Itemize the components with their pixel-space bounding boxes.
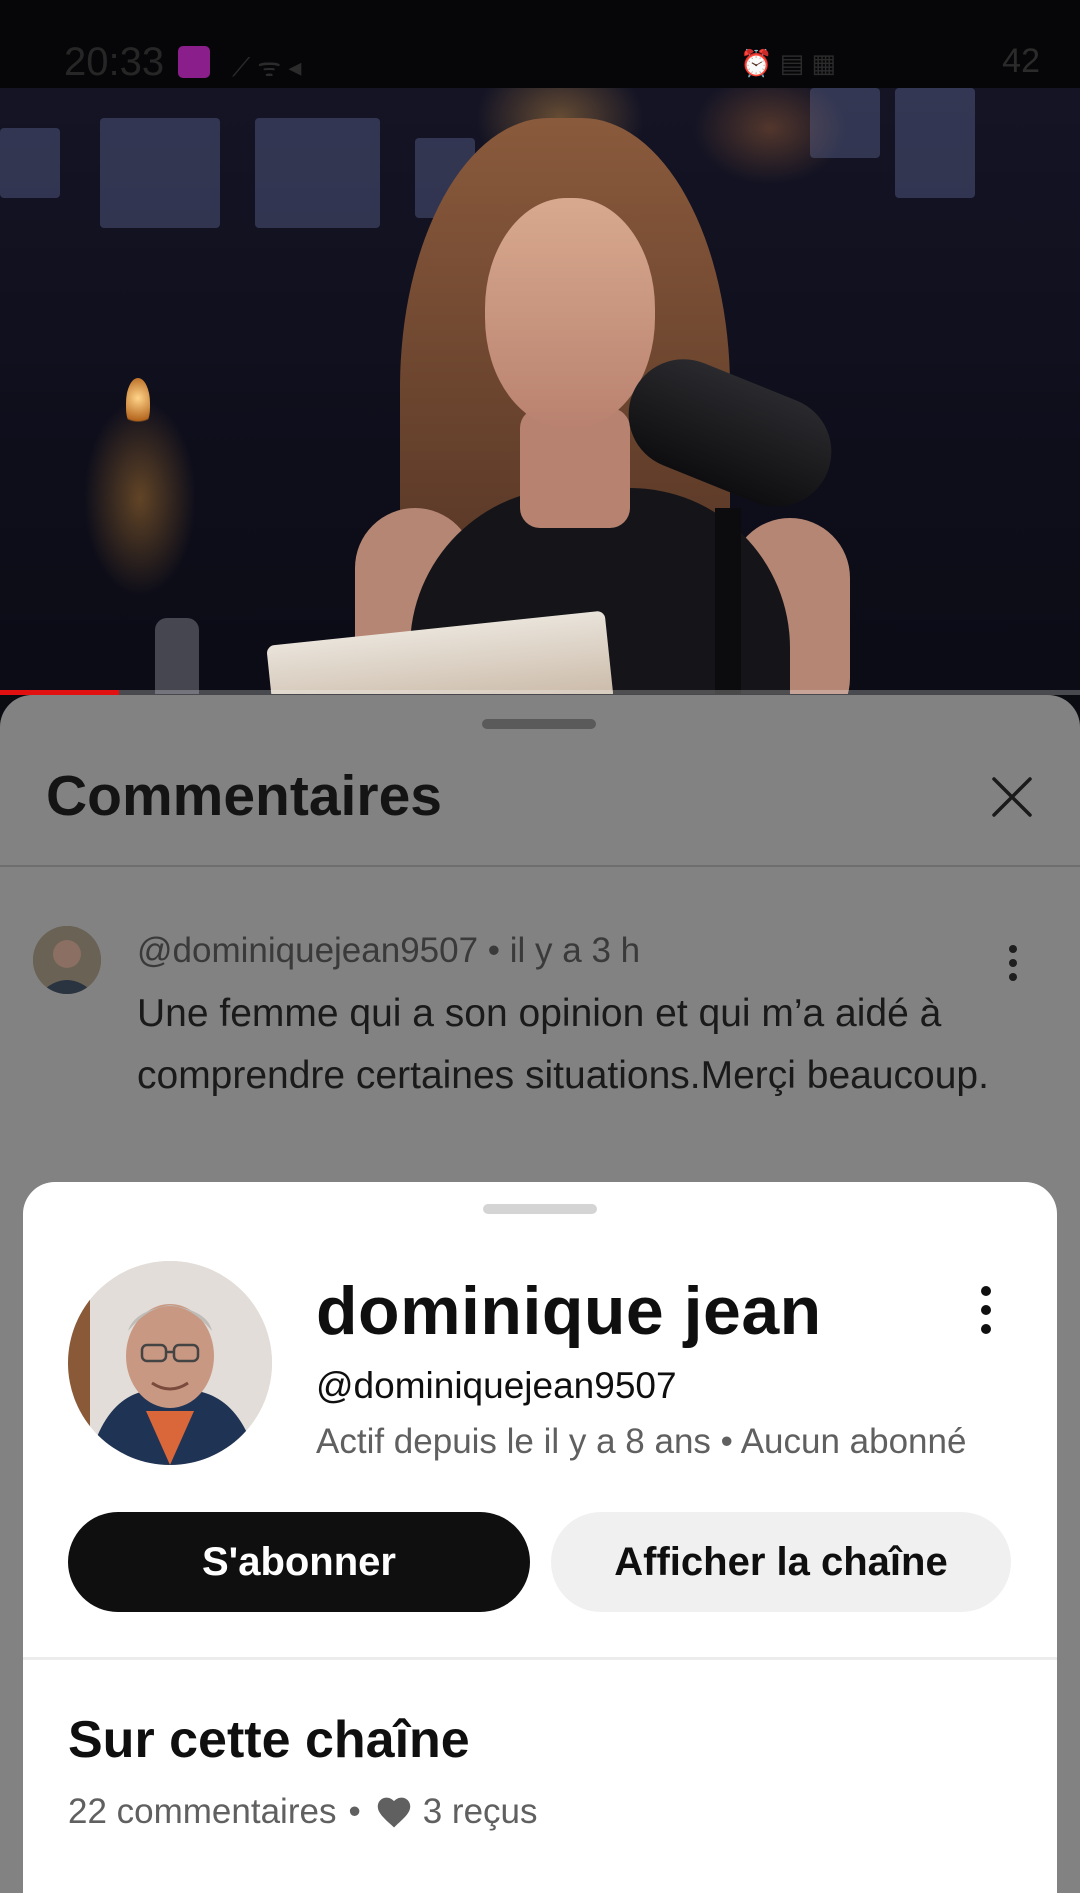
notification-icon: ⟋ ᯤ ◂	[232, 52, 302, 82]
background-panel	[810, 88, 880, 158]
background-panel	[100, 118, 220, 228]
battery-level: 42	[1002, 42, 1040, 80]
channel-profile-card: dominique jean @dominiquejean9507 Actif …	[23, 1182, 1057, 1893]
channel-info: Actif depuis le il y a 8 ans • Aucun abo…	[316, 1422, 967, 1461]
subscribe-button[interactable]: S'abonner	[68, 1512, 530, 1612]
drag-handle[interactable]	[483, 1204, 597, 1214]
comment-time: il y a 3 h	[509, 931, 641, 970]
comment-text: Une femme qui a son opinion et qui m’a a…	[137, 992, 989, 1097]
candle-light	[126, 378, 150, 428]
background-panel	[895, 88, 975, 198]
stats-separator: •	[348, 1792, 361, 1831]
alarm-icon: ⏰ ▤ ▦	[740, 48, 836, 78]
app-notification-icon	[178, 46, 210, 78]
meta-separator: •	[478, 931, 510, 970]
avatar[interactable]	[33, 926, 101, 994]
divider	[23, 1657, 1057, 1660]
bottle	[155, 618, 199, 694]
view-channel-button[interactable]: Afficher la chaîne	[551, 1512, 1011, 1612]
status-bar: 20:33 ⟋ ᯤ ◂ ⏰ ▤ ▦ 42	[0, 0, 1080, 88]
comments-title: Commentaires	[46, 764, 442, 828]
channel-name: dominique jean	[316, 1273, 822, 1349]
status-time: 20:33	[64, 40, 165, 84]
background-panel	[0, 128, 60, 198]
background-panel	[255, 118, 380, 228]
avatar[interactable]	[68, 1261, 272, 1465]
heart-icon	[377, 1797, 410, 1828]
section-title: Sur cette chaîne	[68, 1711, 470, 1769]
channel-stats: 22 commentaires • 3 reçus	[68, 1792, 538, 1832]
drag-handle[interactable]	[482, 719, 596, 729]
channel-handle: @dominiquejean9507	[316, 1365, 677, 1406]
video-player[interactable]	[0, 88, 1080, 694]
more-options-icon[interactable]	[1000, 943, 1026, 983]
close-icon[interactable]	[990, 775, 1034, 819]
comment-meta: @dominiquejean9507 • il y a 3 h	[137, 931, 640, 971]
comment-author[interactable]: @dominiquejean9507	[137, 931, 478, 970]
hearts-received: 3 reçus	[422, 1792, 538, 1831]
more-options-icon[interactable]	[973, 1284, 999, 1336]
microphone-stand	[715, 508, 741, 694]
comments-count: 22 commentaires	[68, 1792, 337, 1831]
presenter-face	[485, 198, 655, 428]
divider	[0, 865, 1080, 867]
